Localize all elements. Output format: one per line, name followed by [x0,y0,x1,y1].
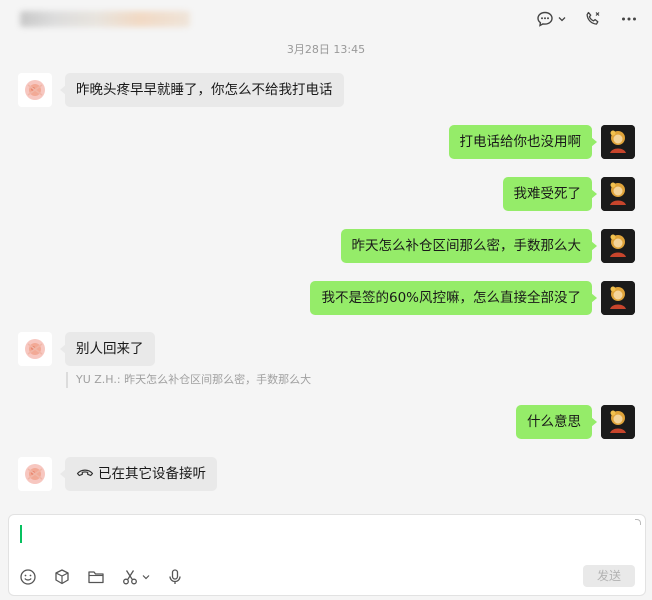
more-button[interactable] [620,10,638,28]
screenshot-button[interactable] [121,568,150,586]
message-list[interactable]: 3月28日 13:45 昨晚头疼早早就睡了，你怎么不给我打电话 打电话给你也没用… [0,38,652,512]
call-record-text: 已在其它设备接听 [98,466,206,482]
phone-hangup-icon [76,457,94,491]
scissors-icon [123,570,137,585]
friend-avatar[interactable] [18,457,52,491]
send-button[interactable]: 发送 [583,565,635,587]
expand-icon[interactable] [635,519,641,525]
call-icon [584,10,602,28]
chat-header [0,0,652,38]
emoji-button[interactable] [19,568,37,586]
message-bubble[interactable]: 打电话给你也没用啊 [448,125,597,159]
chevron-down-icon [558,15,566,23]
message-bubble[interactable]: 别人回来了 [60,332,155,366]
file-button[interactable] [87,568,105,586]
message-bubble[interactable]: 昨天怎么补仓区间那么密，手数那么大 [340,229,597,263]
emoji-icon [20,569,36,585]
chat-title [20,11,190,27]
sticker-box-icon [55,569,69,585]
composer-toolbar [19,568,184,586]
chevron-down-icon [142,575,150,580]
text-cursor [20,525,22,543]
call-button[interactable] [584,10,602,28]
folder-icon [88,571,104,584]
message-timestamp: 3月28日 13:45 [286,43,366,56]
self-avatar[interactable] [601,281,635,315]
self-avatar[interactable] [601,229,635,263]
self-avatar[interactable] [601,125,635,159]
header-actions [536,10,638,28]
message-composer[interactable]: 发送 [8,514,646,596]
quoted-message[interactable]: YU Z.H.: 昨天怎么补仓区间那么密，手数那么大 [66,372,311,388]
friend-avatar[interactable] [18,73,52,107]
chat-options-icon [536,10,554,28]
self-avatar[interactable] [601,405,635,439]
microphone-icon [169,569,181,584]
message-bubble[interactable]: 我不是签的60%风控嘛，怎么直接全部没了 [310,281,597,315]
message-bubble[interactable]: 昨晚头疼早早就睡了，你怎么不给我打电话 [60,73,344,107]
call-record-bubble[interactable]: 已在其它设备接听 [60,457,217,491]
chat-options-button[interactable] [536,10,566,28]
message-bubble[interactable]: 什么意思 [516,405,597,439]
message-bubble[interactable]: 我难受死了 [502,177,597,211]
sticker-button[interactable] [53,568,71,586]
friend-avatar[interactable] [18,332,52,366]
voice-button[interactable] [166,568,184,586]
self-avatar[interactable] [601,177,635,211]
more-icon [620,10,638,28]
